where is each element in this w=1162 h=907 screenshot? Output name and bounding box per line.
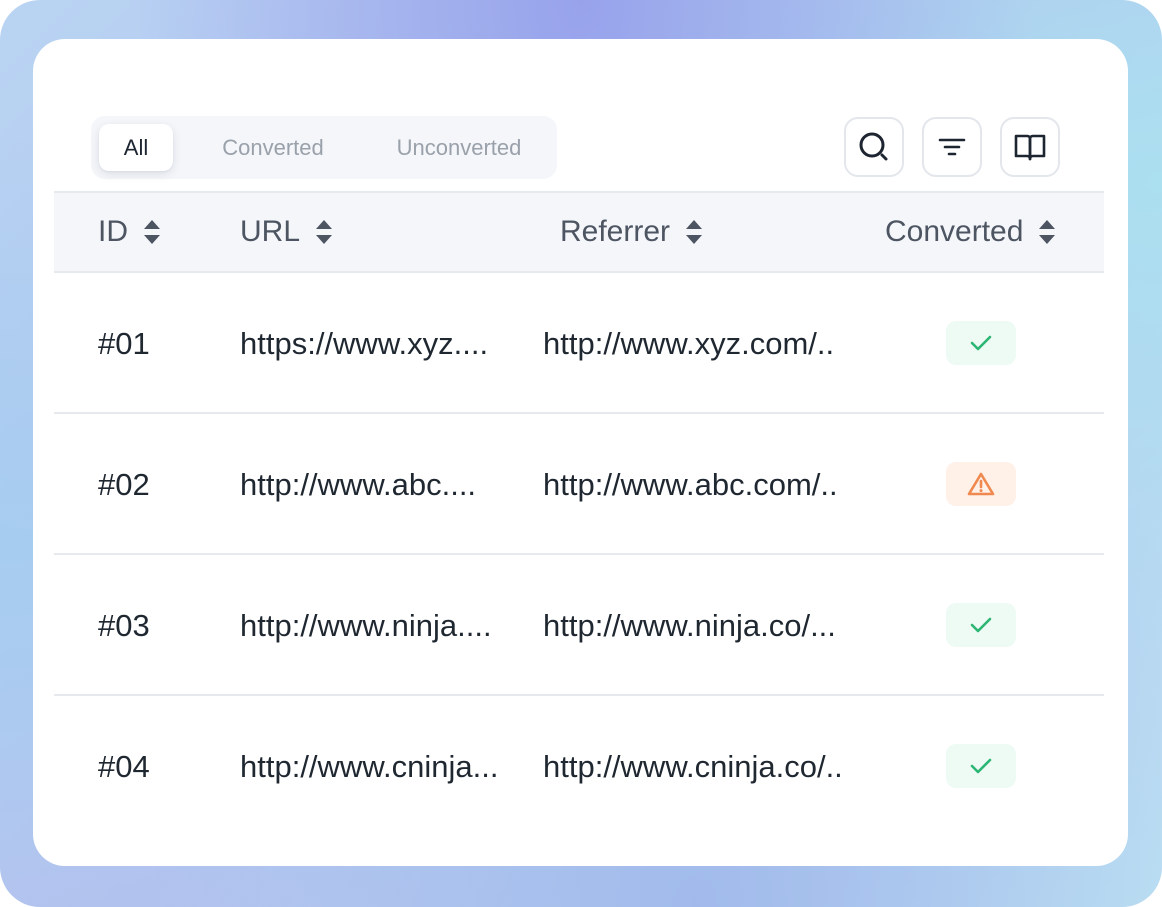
table-row[interactable]: #04 http://www.cninja... http://www.cnin… <box>54 696 1104 837</box>
book-button[interactable] <box>1000 117 1060 177</box>
cell-referrer[interactable]: http://www.abc.com/.. <box>543 414 873 555</box>
cell-id: #02 <box>98 467 150 502</box>
table-header: ID URL Referrer Converted <box>54 191 1104 273</box>
column-header-converted[interactable]: Converted <box>885 193 1057 271</box>
warning-icon <box>967 472 995 496</box>
cell-referrer[interactable]: http://www.cninja.co/.. <box>543 696 873 837</box>
sort-icon <box>1039 220 1056 244</box>
table-row[interactable]: #02 http://www.abc.... http://www.abc.co… <box>54 414 1104 555</box>
check-icon <box>970 335 992 351</box>
status-badge <box>946 462 1016 506</box>
filter-button[interactable] <box>922 117 982 177</box>
table-row[interactable]: #03 http://www.ninja.... http://www.ninj… <box>54 555 1104 696</box>
status-badge <box>946 603 1016 647</box>
filter-icon <box>938 138 966 156</box>
column-label: Converted <box>885 215 1024 248</box>
cell-url[interactable]: http://www.abc.... <box>240 414 530 555</box>
conversions-card: All Converted Unconverted ID URL Referre… <box>33 39 1128 866</box>
check-icon <box>970 758 992 774</box>
column-header-url[interactable]: URL <box>240 193 334 271</box>
column-header-id[interactable]: ID <box>98 193 162 271</box>
search-button[interactable] <box>844 117 904 177</box>
status-badge <box>946 321 1016 365</box>
book-icon <box>1014 134 1046 161</box>
tab-unconverted[interactable]: Unconverted <box>369 124 549 171</box>
column-label: Referrer <box>560 215 671 248</box>
check-icon <box>970 617 992 633</box>
cell-id: #03 <box>98 608 150 643</box>
filter-tabs: All Converted Unconverted <box>91 116 557 179</box>
search-icon <box>859 132 888 161</box>
column-header-referrer[interactable]: Referrer <box>560 193 704 271</box>
cell-url[interactable]: http://www.ninja.... <box>240 555 530 696</box>
sort-icon <box>686 220 703 244</box>
column-label: URL <box>240 215 301 248</box>
sort-icon <box>144 220 160 244</box>
column-label: ID <box>98 215 128 248</box>
cell-referrer[interactable]: http://www.ninja.co/... <box>543 555 873 696</box>
tab-converted[interactable]: Converted <box>193 124 353 171</box>
table-row[interactable]: #01 https://www.xyz.... http://www.xyz.c… <box>54 273 1104 414</box>
cell-id: #04 <box>98 749 150 784</box>
cell-referrer[interactable]: http://www.xyz.com/.. <box>543 273 873 414</box>
cell-url[interactable]: https://www.xyz.... <box>240 273 530 414</box>
cell-id: #01 <box>98 326 150 361</box>
sort-icon <box>316 220 333 244</box>
tab-all[interactable]: All <box>99 124 173 171</box>
cell-url[interactable]: http://www.cninja... <box>240 696 530 837</box>
status-badge <box>946 744 1016 788</box>
